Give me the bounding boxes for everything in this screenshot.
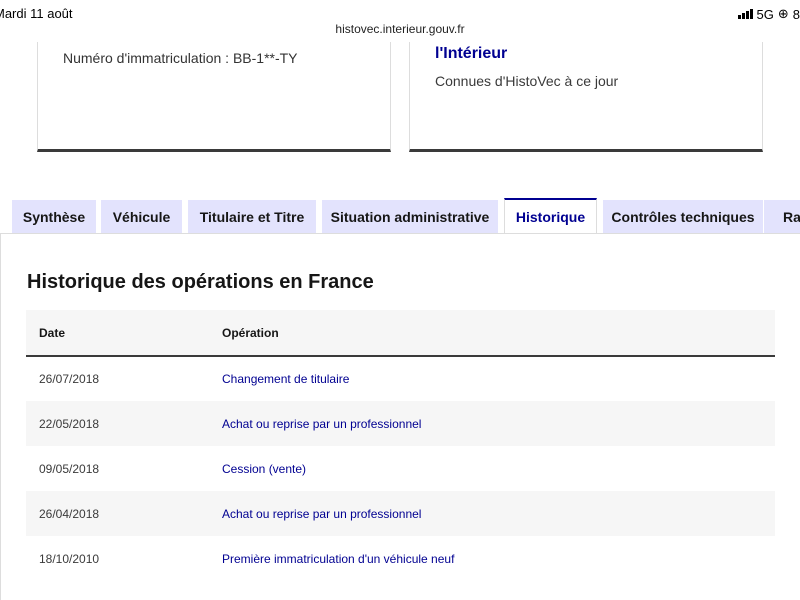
- tab-rapport[interactable]: Rap: [764, 200, 800, 233]
- row-date: 18/10/2010: [39, 551, 100, 566]
- table-row: 26/07/2018 Changement de titulaire: [26, 356, 775, 401]
- ministry-card-title: l'Intérieur: [435, 45, 508, 62]
- table-row: 18/10/2010 Première immatriculation d'un…: [26, 536, 775, 581]
- battery-label: 8: [792, 6, 800, 22]
- ministry-card: l'Intérieur Connues d'HistoVec à ce jour: [409, 42, 763, 152]
- status-indicators: 5G ⊕ 8: [737, 6, 800, 22]
- row-date: 09/05/2018: [39, 461, 100, 476]
- tab-historique[interactable]: Historique: [504, 198, 597, 233]
- orientation-lock-icon: ⊕: [777, 6, 789, 21]
- tab-titulaire-titre[interactable]: Titulaire et Titre: [188, 200, 316, 233]
- history-panel: Historique des opérations en France Date…: [0, 234, 800, 600]
- address-bar[interactable]: histovec.interieur.gouv.fr: [0, 22, 800, 42]
- history-table: Date Opération 26/07/2018 Changement de …: [26, 310, 775, 581]
- registration-card: Numéro d'immatriculation : BB-1**-TY: [37, 42, 391, 152]
- row-operation: Achat ou reprise par un professionnel: [222, 401, 775, 446]
- row-date: 26/07/2018: [39, 372, 100, 386]
- row-operation: Cession (vente): [222, 461, 307, 476]
- table-row: 09/05/2018 Cession (vente): [26, 446, 775, 491]
- table-header-row: Date Opération: [26, 310, 775, 357]
- tab-situation-administrative[interactable]: Situation administrative: [322, 200, 498, 233]
- history-title: Historique des opérations en France: [27, 271, 374, 293]
- signal-icon: [737, 9, 753, 19]
- ministry-card-subtitle: Connues d'HistoVec à ce jour: [435, 73, 619, 89]
- network-label: 5G: [756, 6, 774, 22]
- table-row: 22/05/2018 Achat ou reprise par un profe…: [26, 401, 775, 446]
- row-date: 26/04/2018: [26, 491, 222, 536]
- column-header-date: Date: [26, 310, 222, 357]
- row-date: 22/05/2018: [26, 401, 222, 446]
- status-bar: Mardi 11 août 5G ⊕ 8: [0, 0, 800, 24]
- registration-number: Numéro d'immatriculation : BB-1**-TY: [63, 50, 298, 66]
- tab-bar: Synthèse Véhicule Titulaire et Titre Sit…: [0, 198, 800, 234]
- tab-controles-techniques[interactable]: Contrôles techniques: [603, 200, 763, 233]
- table-row: 26/04/2018 Achat ou reprise par un profe…: [26, 491, 775, 536]
- tab-vehicule[interactable]: Véhicule: [101, 200, 182, 233]
- column-header-operation: Opération: [222, 310, 775, 357]
- row-operation: Première immatriculation d'un véhicule n…: [222, 551, 455, 566]
- tab-synthese[interactable]: Synthèse: [12, 200, 96, 233]
- status-time-date: Mardi 11 août: [0, 6, 73, 21]
- row-operation: Achat ou reprise par un professionnel: [222, 491, 775, 536]
- row-operation: Changement de titulaire: [222, 372, 350, 386]
